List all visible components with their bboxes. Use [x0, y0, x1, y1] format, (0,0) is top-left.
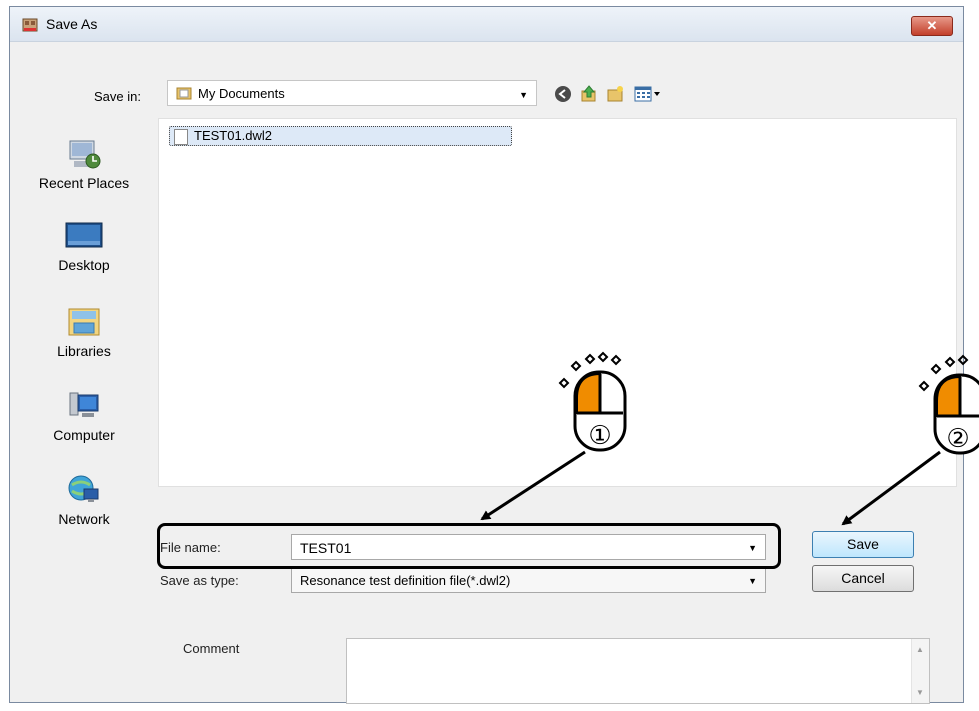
step1-marker: ①: [588, 421, 611, 451]
mouse-step1-icon: ①: [558, 351, 627, 452]
arrow-to-save-button: [841, 450, 941, 526]
mouse-step2-icon: ②: [918, 354, 979, 455]
step2-marker: ②: [946, 424, 969, 454]
arrow-to-file-name: [480, 450, 586, 521]
annotation-overlay: ① ②: [480, 351, 979, 526]
